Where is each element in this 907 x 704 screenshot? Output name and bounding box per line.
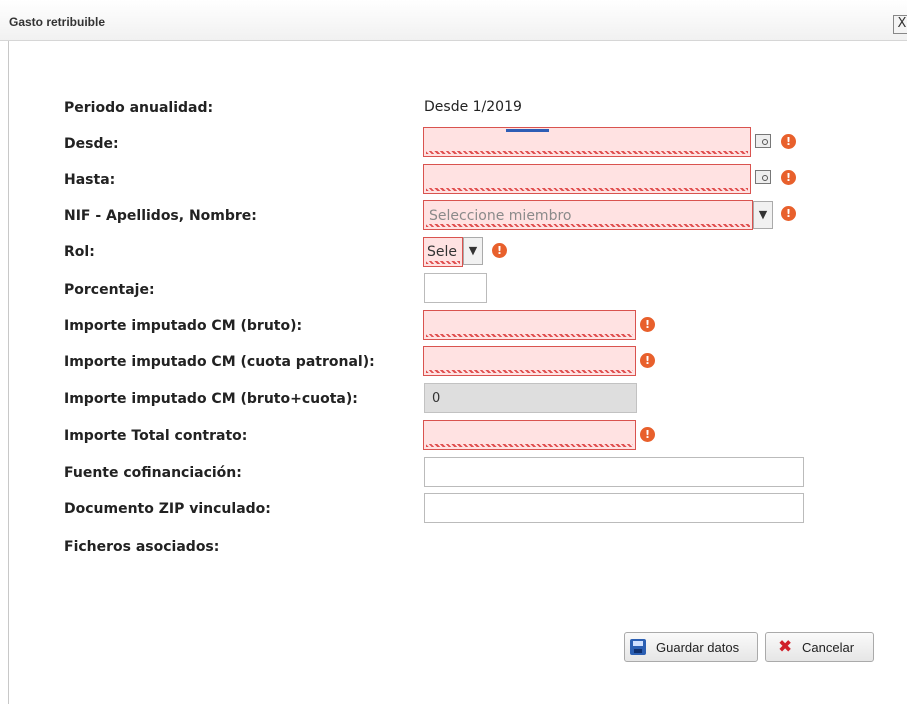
save-button[interactable]: Guardar datos <box>624 632 758 662</box>
error-icon: ! <box>781 206 796 221</box>
cuota-input[interactable] <box>423 346 636 376</box>
porcentaje-input[interactable] <box>424 273 487 303</box>
error-icon: ! <box>492 243 507 258</box>
dialog-title: Gasto retribuible <box>9 15 106 29</box>
rol-label: Rol: <box>64 244 95 260</box>
nif-placeholder: Seleccione miembro <box>429 208 572 224</box>
close-icon: ✖ <box>778 637 793 657</box>
porcentaje-label: Porcentaje: <box>64 282 155 298</box>
focus-indicator <box>506 129 549 132</box>
bruto-cuota-label: Importe imputado CM (bruto+cuota): <box>64 391 358 407</box>
calendar-icon[interactable] <box>755 170 771 184</box>
rol-select[interactable]: Sele <box>423 237 463 267</box>
error-icon: ! <box>781 170 796 185</box>
nif-label: NIF - Apellidos, Nombre: <box>64 208 257 224</box>
bruto-input[interactable] <box>423 310 636 340</box>
save-icon <box>630 639 646 655</box>
zip-input[interactable] <box>424 493 804 523</box>
error-icon: ! <box>640 317 655 332</box>
bruto-cuota-field: 0 <box>424 383 637 413</box>
cuota-label: Importe imputado CM (cuota patronal): <box>64 354 375 370</box>
gasto-retribuible-dialog: Gasto retribuible X Periodo anualidad: D… <box>0 0 907 704</box>
chevron-down-icon[interactable]: ▼ <box>463 237 483 265</box>
hasta-input[interactable] <box>423 164 751 194</box>
cancel-button-label: Cancelar <box>802 640 855 655</box>
close-button[interactable]: X <box>893 15 907 34</box>
fuente-label: Fuente cofinanciación: <box>64 465 242 481</box>
bruto-label: Importe imputado CM (bruto): <box>64 318 303 334</box>
cancel-button[interactable]: ✖ Cancelar <box>765 632 874 662</box>
fuente-input[interactable] <box>424 457 804 487</box>
chevron-down-icon[interactable]: ▼ <box>753 201 773 229</box>
total-label: Importe Total contrato: <box>64 428 248 444</box>
zip-label: Documento ZIP vinculado: <box>64 501 271 517</box>
desde-input[interactable] <box>423 127 751 157</box>
rol-value: Sele <box>427 244 458 260</box>
calendar-icon[interactable] <box>755 134 771 148</box>
error-icon: ! <box>781 134 796 149</box>
hasta-label: Hasta: <box>64 172 116 188</box>
ficheros-label: Ficheros asociados: <box>64 539 220 555</box>
error-icon: ! <box>640 353 655 368</box>
error-icon: ! <box>640 427 655 442</box>
save-button-label: Guardar datos <box>656 640 740 655</box>
desde-label: Desde: <box>64 136 119 152</box>
total-input[interactable] <box>423 420 636 450</box>
bruto-cuota-value: 0 <box>432 391 441 406</box>
dialog-titlebar: Gasto retribuible X <box>0 0 907 41</box>
nif-select[interactable]: Seleccione miembro <box>423 200 753 230</box>
periodo-label: Periodo anualidad: <box>64 100 214 116</box>
periodo-value: Desde 1/2019 <box>424 99 522 115</box>
